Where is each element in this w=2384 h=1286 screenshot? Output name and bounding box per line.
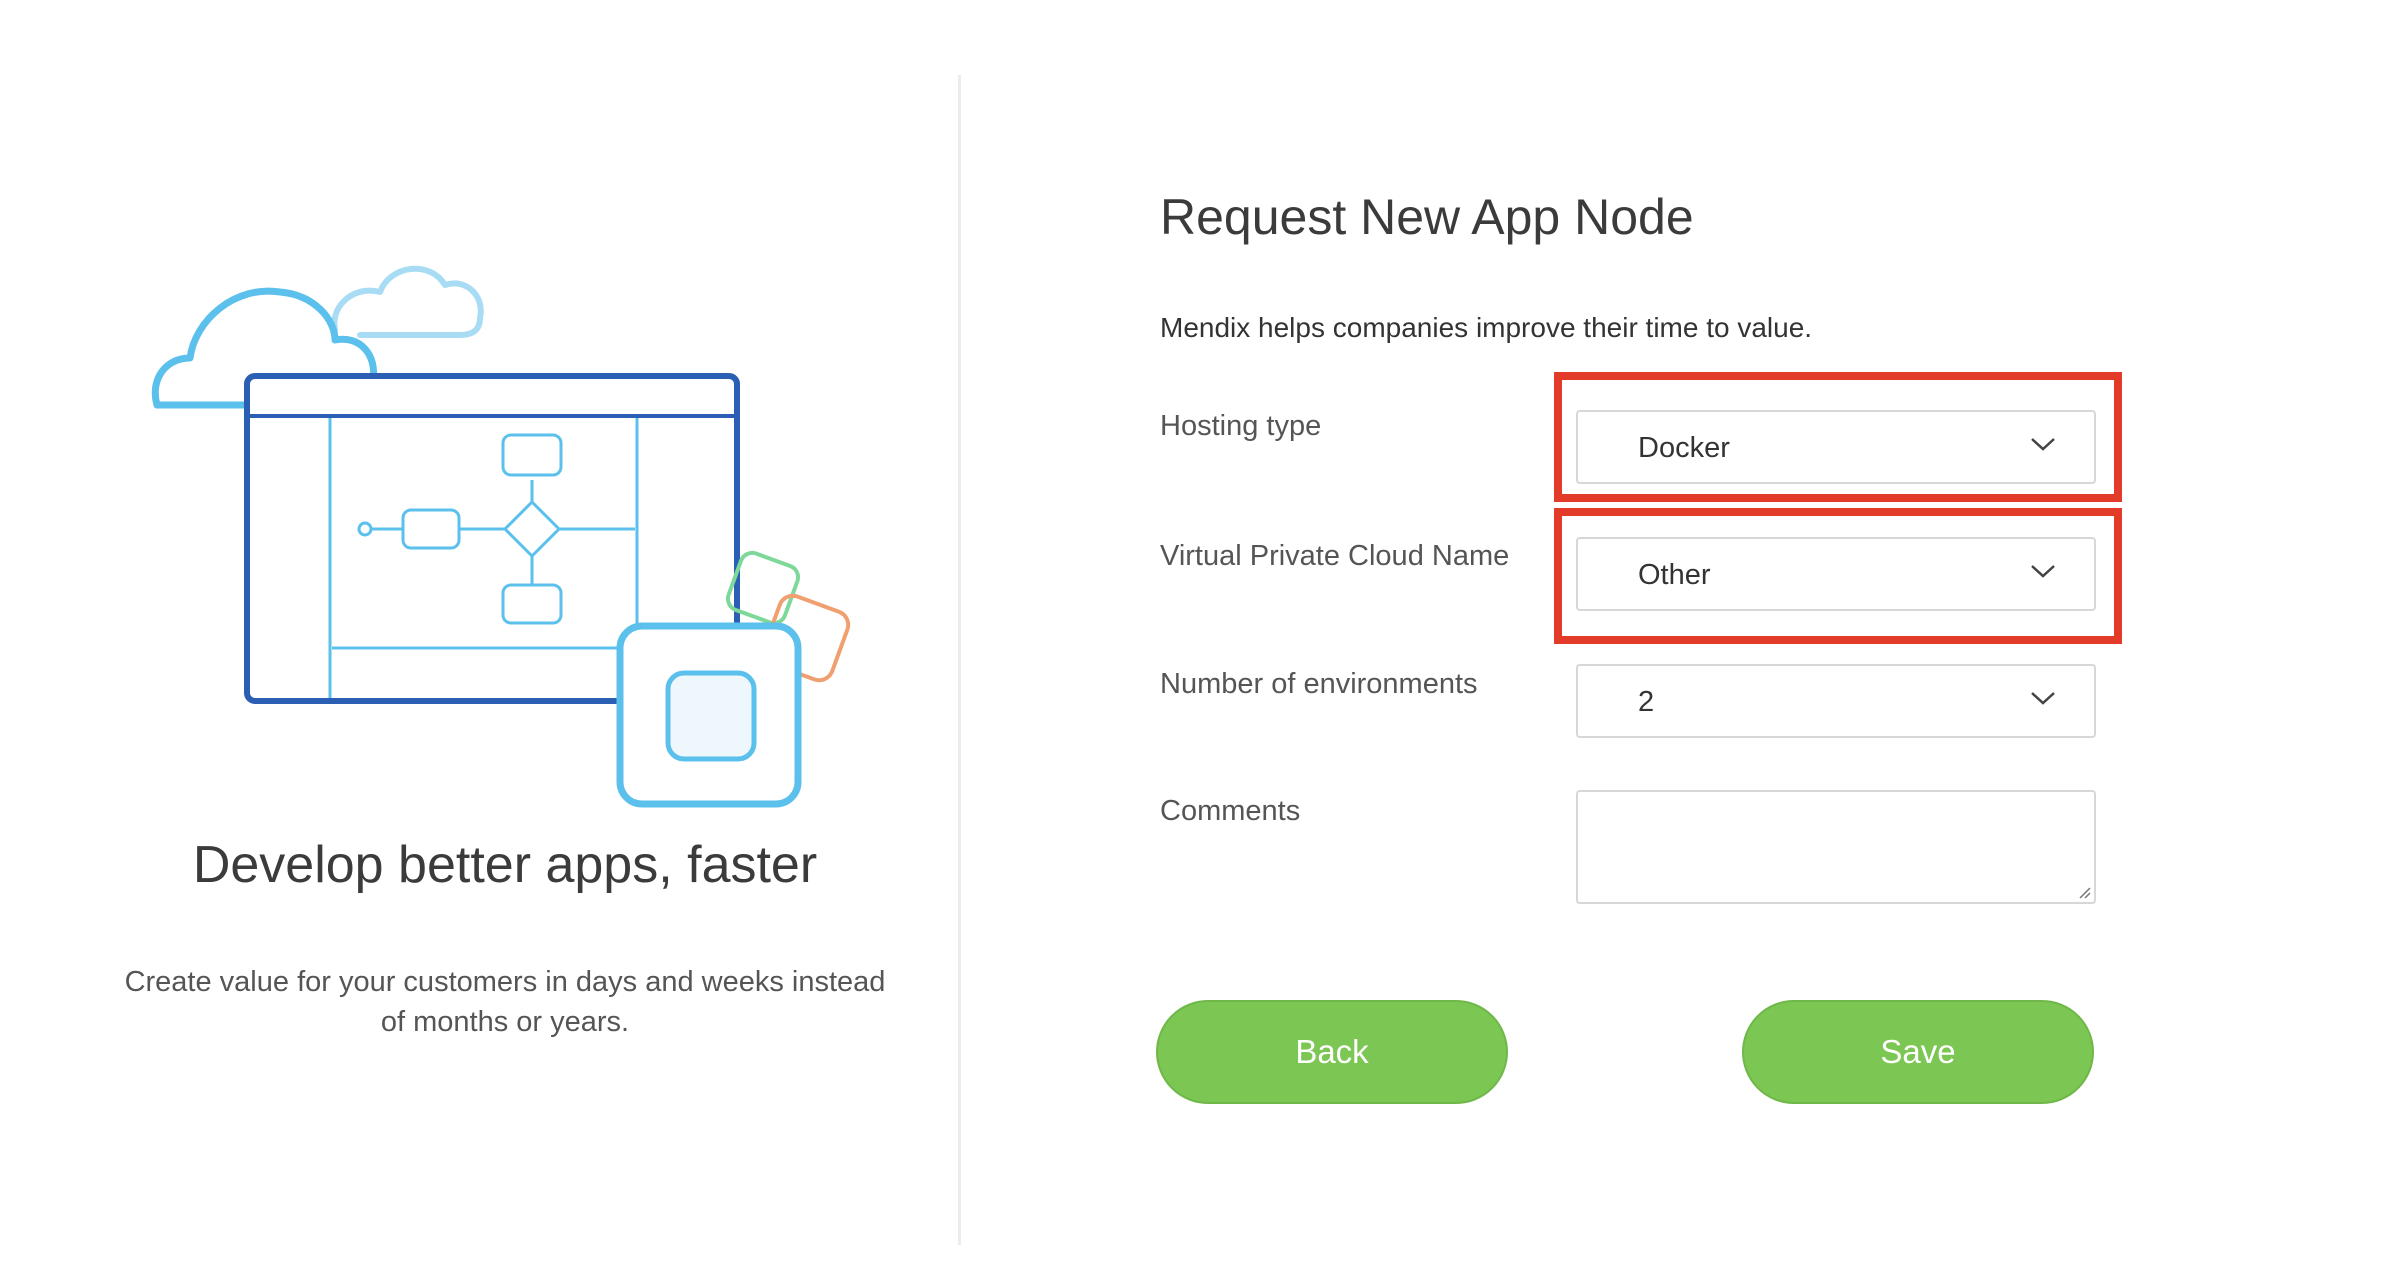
vpc-name-label: Virtual Private Cloud Name [1160, 540, 1510, 572]
environments-select[interactable]: 2 [1576, 664, 2096, 738]
back-button[interactable]: Back [1156, 1000, 1508, 1104]
panel-divider [958, 75, 961, 1245]
comments-label: Comments [1160, 795, 1301, 827]
environments-label: Number of environments [1160, 668, 1478, 700]
highlight-box-vpc [1554, 508, 2122, 644]
request-form: Request New App Node Mendix helps compan… [1156, 0, 2360, 1286]
hosting-type-label: Hosting type [1160, 410, 1322, 442]
save-button[interactable]: Save [1742, 1000, 2094, 1104]
form-description: Mendix helps companies improve their tim… [1160, 312, 1813, 343]
page: Develop better apps, faster Create value… [0, 0, 2384, 1286]
highlight-box-hosting [1554, 372, 2122, 502]
tagline-subtext: Create value for your customers in days … [124, 966, 886, 1038]
promo-panel: Develop better apps, faster Create value… [0, 0, 960, 1286]
environments-value: 2 [1638, 686, 1655, 718]
tagline: Develop better apps, faster [192, 836, 818, 894]
chevron-down-icon [2031, 692, 2055, 705]
comments-textarea[interactable] [1576, 790, 2096, 904]
resize-handle-icon[interactable] [2076, 884, 2092, 900]
page-title: Request New App Node [1160, 189, 1694, 245]
app-illustration [151, 265, 851, 808]
